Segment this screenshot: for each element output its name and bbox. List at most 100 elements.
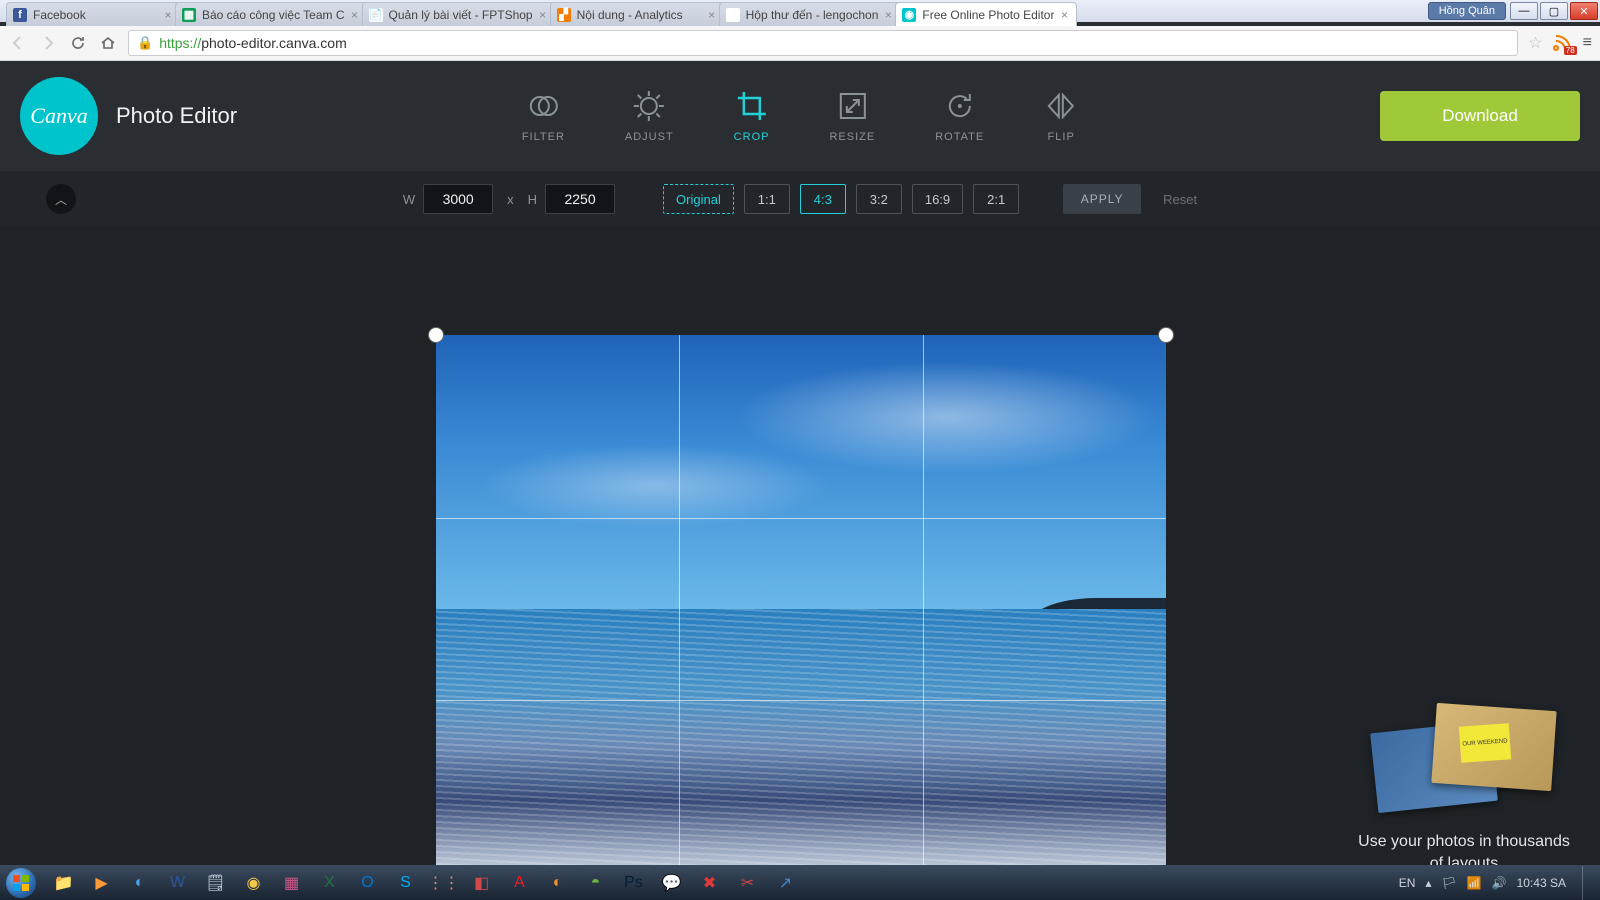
tray-chevron-icon[interactable]: ▴ <box>1425 876 1431 890</box>
browser-tab[interactable]: 📄Quản lý bài viết - FPTShop× <box>362 2 556 26</box>
taskbar-notepad[interactable]: 🗒 <box>198 869 233 897</box>
taskbar-app-scissors[interactable]: ✂ <box>730 869 765 897</box>
tab-close-icon[interactable]: × <box>162 8 174 22</box>
width-input[interactable] <box>423 184 493 214</box>
tool-filter[interactable]: FILTER <box>522 89 565 143</box>
lock-icon: 🔒 <box>137 35 153 51</box>
home-button[interactable] <box>98 33 118 53</box>
tray-flag-icon[interactable]: 🏳 <box>1441 876 1456 890</box>
tab-close-icon[interactable]: × <box>349 8 361 22</box>
height-label: H <box>528 192 537 207</box>
tool-label: CROP <box>734 131 770 143</box>
tray-clock[interactable]: 10:43 SA <box>1517 876 1566 890</box>
taskbar-app-share[interactable]: ↗ <box>768 869 803 897</box>
browser-tab[interactable]: ▞Nội dung - Analytics× <box>550 2 725 26</box>
taskbar-app-red[interactable]: ◧ <box>464 869 499 897</box>
tool-resize[interactable]: RESIZE <box>829 89 875 143</box>
chrome-menu-icon[interactable]: ≡ <box>1583 34 1592 52</box>
tool-crop[interactable]: CROP <box>734 89 770 143</box>
address-bar[interactable]: 🔒 https://photo-editor.canva.com <box>128 30 1518 56</box>
windows-username: Hồng Quân <box>1428 2 1506 20</box>
tab-favicon: f <box>13 8 27 22</box>
tab-close-icon[interactable]: × <box>706 8 718 22</box>
canva-photo-editor-app: Canva Photo Editor FILTERADJUSTCROPRESIZ… <box>0 61 1600 865</box>
crop-grid-line <box>436 518 1166 519</box>
crop-frame[interactable] <box>436 335 1166 865</box>
browser-tab[interactable]: ▦Báo cáo công việc Team C× <box>175 2 368 26</box>
taskbar-adobe-reader[interactable]: A <box>502 869 537 897</box>
taskbar-excel[interactable]: X <box>312 869 347 897</box>
aspect-ratio-button[interactable]: 2:1 <box>973 184 1019 214</box>
rotate-icon <box>943 89 977 123</box>
tool-flip[interactable]: FLIP <box>1044 89 1078 143</box>
window-maximize-button[interactable]: ▢ <box>1540 2 1568 20</box>
url-host: photo-editor.canva.com <box>201 35 347 51</box>
taskbar-app-x[interactable]: ✖ <box>692 869 727 897</box>
taskbar-app-dots[interactable]: ⋮⋮ <box>426 869 461 897</box>
back-button[interactable] <box>8 33 28 53</box>
promo-text: Use your photos in thousands of layouts <box>1354 831 1574 865</box>
extension-rss-icon[interactable]: 78 <box>1553 33 1573 53</box>
tab-favicon: M <box>726 8 740 22</box>
tray-volume-icon[interactable]: 🔊 <box>1492 876 1507 890</box>
tray-language[interactable]: EN <box>1399 876 1416 890</box>
tab-close-icon[interactable]: × <box>882 8 894 22</box>
tab-favicon: ◉ <box>902 8 916 22</box>
crop-handle-tr[interactable] <box>1158 327 1174 343</box>
browser-tab[interactable]: ◉ Free Online Photo Editor × <box>895 2 1077 26</box>
tab-close-icon[interactable]: × <box>537 8 549 22</box>
taskbar-word[interactable]: W <box>160 869 195 897</box>
bookmark-star-icon[interactable]: ☆ <box>1528 33 1542 53</box>
dimension-separator: x <box>507 192 514 207</box>
width-label: W <box>403 192 415 207</box>
tray-network-icon[interactable]: 📶 <box>1467 876 1482 890</box>
tool-label: ROTATE <box>935 131 984 143</box>
canva-logo[interactable]: Canva <box>20 77 98 155</box>
aspect-ratio-button[interactable]: 16:9 <box>912 184 963 214</box>
window-close-button[interactable]: ✕ <box>1570 2 1598 20</box>
aspect-ratio-button[interactable]: 4:3 <box>800 184 846 214</box>
browser-tab[interactable]: f Facebook × <box>6 2 181 26</box>
collapse-subbar-button[interactable]: ︿ <box>46 184 76 214</box>
tab-title: Facebook <box>33 8 158 22</box>
tool-label: ADJUST <box>625 131 674 143</box>
reset-button[interactable]: Reset <box>1163 192 1197 207</box>
taskbar-app-green[interactable]: ◓ <box>578 869 613 897</box>
tool-label: FILTER <box>522 131 565 143</box>
taskbar-media-player[interactable]: ▶ <box>84 869 119 897</box>
show-desktop-button[interactable] <box>1582 866 1592 900</box>
apply-button[interactable]: APPLY <box>1063 184 1141 214</box>
aspect-ratio-button[interactable]: 3:2 <box>856 184 902 214</box>
aspect-ratio-button[interactable]: Original <box>663 184 734 214</box>
tool-adjust[interactable]: ADJUST <box>625 89 674 143</box>
taskbar-file-explorer[interactable]: 📁 <box>46 869 81 897</box>
taskbar-app-orange[interactable]: ◐ <box>540 869 575 897</box>
crop-grid-line <box>679 335 680 865</box>
reload-button[interactable] <box>68 33 88 53</box>
window-minimize-button[interactable]: — <box>1510 2 1538 20</box>
tab-close-icon[interactable]: × <box>1058 8 1070 22</box>
taskbar-app-grid[interactable]: ▦ <box>274 869 309 897</box>
crop-handle-tl[interactable] <box>428 327 444 343</box>
tab-title: Báo cáo công việc Team C <box>202 8 345 22</box>
taskbar-app-blue[interactable]: ◐ <box>122 869 157 897</box>
tool-label: RESIZE <box>829 131 875 143</box>
extension-badge: 78 <box>1564 46 1577 55</box>
aspect-ratio-button[interactable]: 1:1 <box>744 184 790 214</box>
forward-button[interactable] <box>38 33 58 53</box>
taskbar-skype[interactable]: S <box>388 869 423 897</box>
taskbar-outlook[interactable]: O <box>350 869 385 897</box>
download-button[interactable]: Download <box>1380 91 1580 141</box>
browser-tab[interactable]: MHộp thư đến - lengochon× <box>719 2 902 26</box>
filter-icon <box>526 89 560 123</box>
app-header: Canva Photo Editor FILTERADJUSTCROPRESIZ… <box>0 61 1600 171</box>
tool-label: FLIP <box>1048 131 1075 143</box>
tab-title: Free Online Photo Editor <box>922 8 1054 22</box>
height-input[interactable] <box>545 184 615 214</box>
start-button[interactable] <box>0 865 42 900</box>
promo-thumbnails: OUR WEEKEND <box>1354 697 1574 817</box>
taskbar-chrome[interactable]: ◉ <box>236 869 271 897</box>
taskbar-photoshop[interactable]: Ps <box>616 869 651 897</box>
tool-rotate[interactable]: ROTATE <box>935 89 984 143</box>
taskbar-messenger[interactable]: 💬 <box>654 869 689 897</box>
